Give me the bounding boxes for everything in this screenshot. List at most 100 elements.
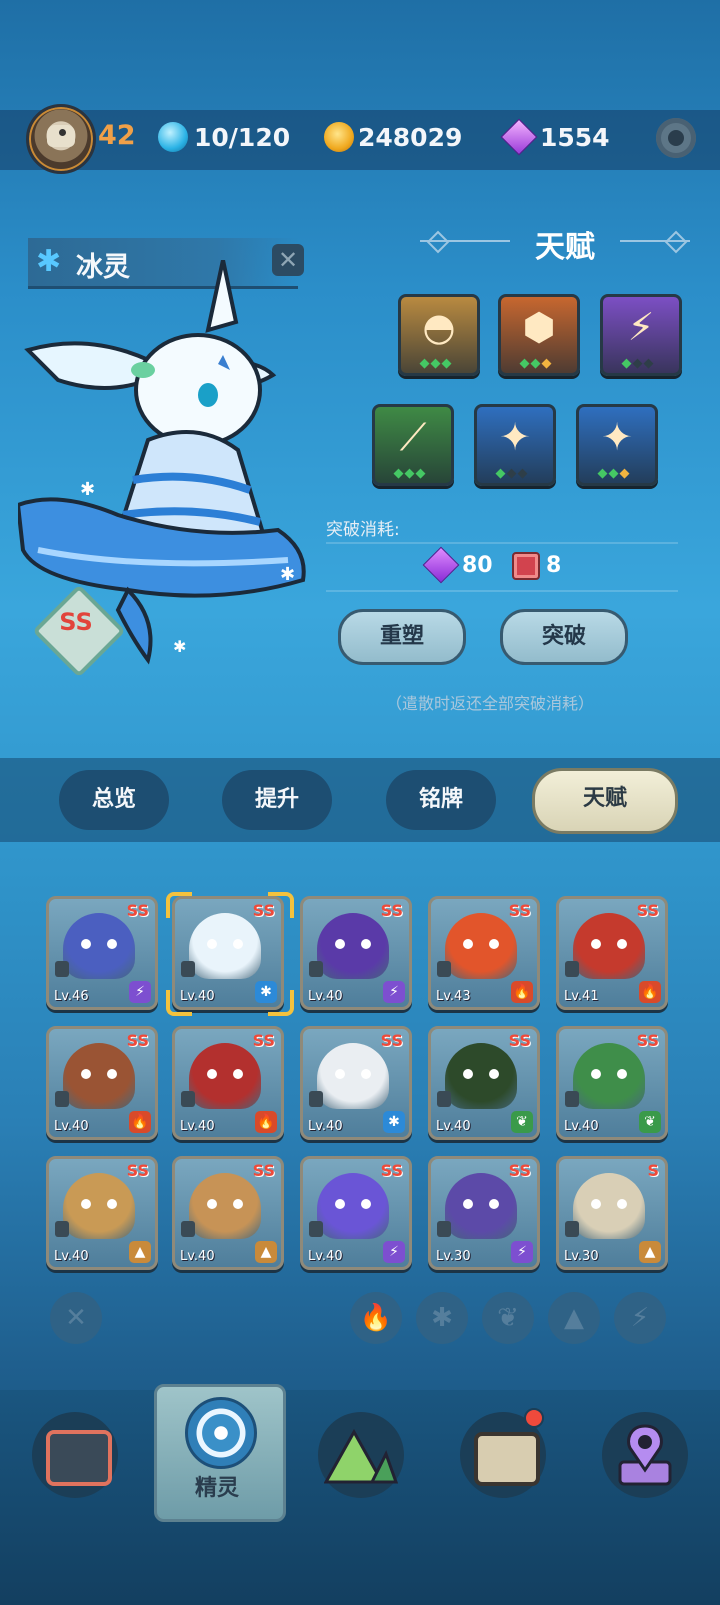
ice-filter-icon[interactable]: ✱ <box>416 1292 468 1344</box>
spirit-portrait <box>573 1043 645 1109</box>
element-icon: ▲ <box>129 1241 151 1263</box>
element-icon: 🔥 <box>129 1111 151 1133</box>
talent-slot-gems: ◆◆◆ <box>370 466 450 481</box>
creature-head <box>134 333 262 447</box>
fire-filter-icon[interactable]: 🔥 <box>350 1292 402 1344</box>
breakthrough-cost-label: 突破消耗: <box>326 520 400 540</box>
spirit-level: Lv.40 <box>54 1119 89 1134</box>
spirit-eye <box>489 939 499 949</box>
element-icon: ✱ <box>383 1111 405 1133</box>
lock-icon <box>437 961 451 977</box>
talent-gem-pip: ◆ <box>541 356 553 371</box>
spirit-grade: SS <box>126 1031 149 1050</box>
clear-filter-icon[interactable]: ✕ <box>50 1292 102 1344</box>
sparkle-icon: ✦ <box>499 415 531 459</box>
bowls-icon: ◓ <box>422 305 456 349</box>
reforge-button[interactable]: 重塑 <box>338 609 466 665</box>
settings-gear-icon[interactable] <box>656 118 696 158</box>
spirit-portrait <box>63 913 135 979</box>
snowflake-deco: ✱ <box>173 637 186 656</box>
spirit-grade: SS <box>126 1161 149 1180</box>
selection-corner <box>166 892 192 918</box>
spirit-portrait <box>317 1043 389 1109</box>
earth-filter-icon[interactable]: ▲ <box>548 1292 600 1344</box>
selection-corner <box>166 990 192 1016</box>
spirit-card[interactable]: S Lv.30 ▲ <box>556 1156 668 1270</box>
coin-icon <box>324 122 354 152</box>
spirit-card[interactable]: SS Lv.40 ▲ <box>172 1156 284 1270</box>
spirit-card[interactable]: SS Lv.40 ⚡ <box>300 1156 412 1270</box>
spirit-card[interactable]: SS Lv.30 ⚡ <box>428 1156 540 1270</box>
spirit-eye <box>207 1199 217 1209</box>
element-icon: ⚡ <box>383 1241 405 1263</box>
element-icon: ▲ <box>639 1241 661 1263</box>
stamina-pill[interactable]: 10/120 <box>150 114 320 160</box>
lock-icon <box>55 1091 69 1107</box>
snowflake-deco: ✱ <box>80 479 95 500</box>
nav-map[interactable] <box>602 1412 688 1498</box>
spirit-card[interactable]: SS Lv.40 🔥 <box>172 1026 284 1140</box>
spirit-eye <box>107 1199 117 1209</box>
spirit-eye <box>107 939 117 949</box>
nav-adventure[interactable] <box>318 1412 404 1498</box>
spirit-eye <box>463 1069 473 1079</box>
tab-upgrade[interactable]: 提升 <box>222 770 332 830</box>
lightning-icon: ⚡ <box>627 305 655 349</box>
coin-pill[interactable]: 248029 <box>318 114 488 160</box>
spirit-card[interactable]: SS Lv.46 ⚡ <box>46 896 158 1010</box>
terminal-icon <box>46 1430 112 1486</box>
spirit-eye <box>489 1069 499 1079</box>
spirit-eye <box>233 939 243 949</box>
spirit-grade: SS <box>126 901 149 920</box>
spirit-eye <box>81 1069 91 1079</box>
talent-gem-pip: ◆ <box>608 466 620 481</box>
red-book-icon <box>512 552 540 580</box>
lock-icon <box>437 1091 451 1107</box>
talent-slot-gems: ◆◆◆ <box>574 466 654 481</box>
spirit-card[interactable]: SS Lv.43 🔥 <box>428 896 540 1010</box>
spirit-level: Lv.40 <box>564 1119 599 1134</box>
coin-value: 248029 <box>358 123 463 152</box>
spirit-eye <box>335 1069 345 1079</box>
spirit-level: Lv.40 <box>308 1119 343 1134</box>
spirit-card[interactable]: SS Lv.40 ❦ <box>428 1026 540 1140</box>
spirit-grade: SS <box>636 1031 659 1050</box>
spirit-grade: SS <box>508 1161 531 1180</box>
spirit-portrait <box>189 913 261 979</box>
stamina-value: 10/120 <box>194 123 291 152</box>
spirit-portrait <box>317 1173 389 1239</box>
spirit-portrait <box>189 1043 261 1109</box>
spirit-portrait <box>63 1173 135 1239</box>
breakthrough-button[interactable]: 突破 <box>500 609 628 665</box>
lock-icon <box>309 1221 323 1237</box>
lock-icon <box>55 1221 69 1237</box>
spirit-level: Lv.30 <box>436 1249 471 1264</box>
spirit-card[interactable]: SS Lv.40 ✱ <box>300 1026 412 1140</box>
talent-gem-pip: ◆ <box>530 356 542 371</box>
spirit-card[interactable]: SS Lv.40 ❦ <box>556 1026 668 1140</box>
spirit-card[interactable]: SS Lv.40 ⚡ <box>300 896 412 1010</box>
spirit-eye <box>591 1199 601 1209</box>
lightning-filter-icon[interactable]: ⚡ <box>614 1292 666 1344</box>
cost-book-amount: 8 <box>546 553 562 578</box>
tab-overview[interactable]: 总览 <box>59 770 169 830</box>
talent-gem-pip: ◆ <box>415 466 427 481</box>
player-avatar[interactable] <box>26 104 96 174</box>
tab-nameplate[interactable]: 铭牌 <box>386 770 496 830</box>
player-level: 42 <box>98 120 136 151</box>
spirit-portrait <box>573 1173 645 1239</box>
spirit-level: Lv.40 <box>54 1249 89 1264</box>
spirit-card[interactable]: SS Lv.41 🔥 <box>556 896 668 1010</box>
lock-icon <box>437 1221 451 1237</box>
gem-pill[interactable]: 1554 <box>500 114 640 160</box>
divider <box>326 542 678 544</box>
spirit-eye <box>107 1069 117 1079</box>
spirit-card[interactable]: SS Lv.40 🔥 <box>46 1026 158 1140</box>
talent-title: 天赋 <box>535 230 595 265</box>
swirl-icon <box>185 1397 257 1469</box>
nav-shop[interactable] <box>32 1412 118 1498</box>
tab-talent[interactable]: 天赋 <box>532 768 678 834</box>
lock-icon <box>309 961 323 977</box>
leaf-filter-icon[interactable]: ❦ <box>482 1292 534 1344</box>
spirit-card[interactable]: SS Lv.40 ▲ <box>46 1156 158 1270</box>
